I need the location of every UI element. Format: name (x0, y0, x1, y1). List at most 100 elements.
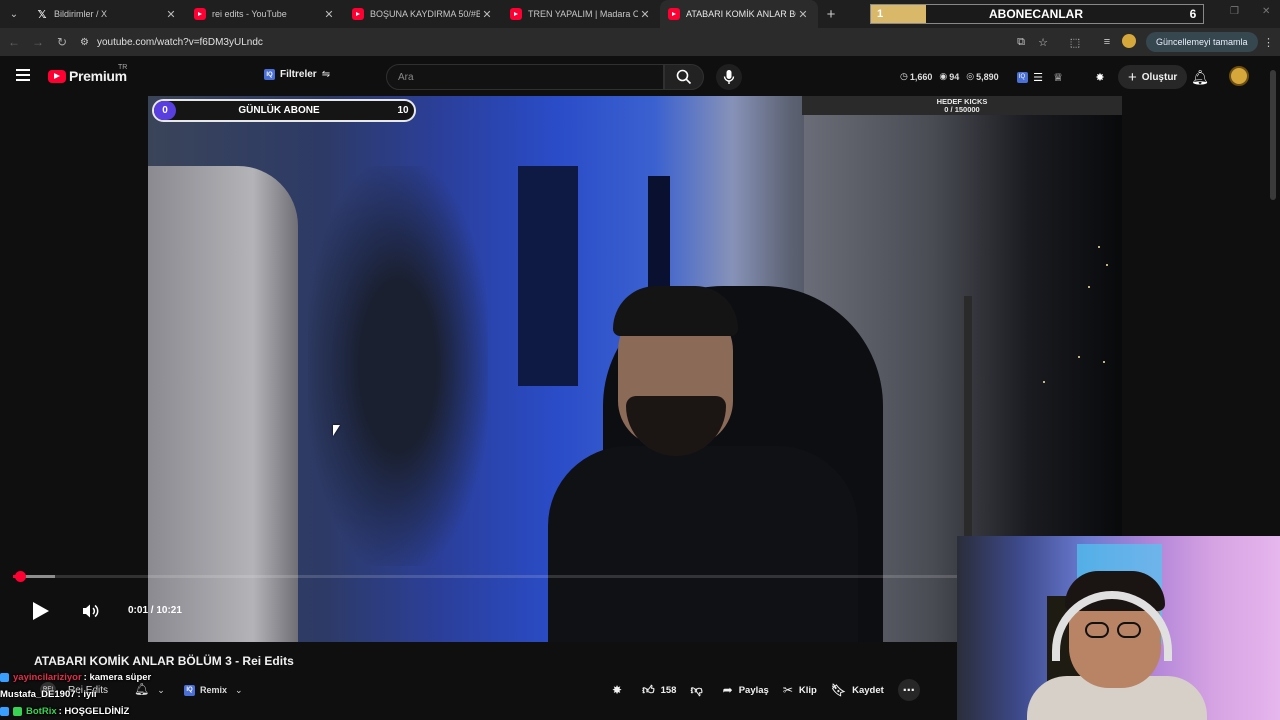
video-actions: ✸ 👍︎ 158 👎︎ ➦ Paylaş ✂ Klip 🔖︎ Kaydet ⋯ (612, 679, 920, 701)
chat-message: BotRix : HOŞGELDİNİZ (0, 703, 260, 720)
youtube-logo-icon (48, 69, 66, 83)
install-icon[interactable]: ⧉ (1010, 36, 1032, 49)
video-title: ATABARI KOMİK ANLAR BÖLÜM 3 - Rei Edits (34, 654, 294, 668)
new-tab-button[interactable]: + (818, 6, 844, 23)
update-browser-button[interactable]: Güncellemeyi tamamla (1146, 32, 1258, 52)
tab-title: BOŞUNA KAYDIRMA 50/#BK50 (370, 9, 480, 19)
chat-text: : HOŞGELDİNİZ (58, 706, 130, 717)
create-label: Oluştur (1141, 71, 1178, 83)
tab-notifications-x[interactable]: 𝕏 Bildirimler / X ✕ (28, 0, 186, 28)
stream-chat-overlay: yayincilariziyor : kamera süper Mustafa_… (0, 669, 260, 720)
search-input[interactable]: Ara (386, 64, 664, 90)
youtube-premium-logo[interactable]: Premium TR (48, 64, 127, 84)
back-icon[interactable]: ← (2, 35, 26, 49)
browser-menu-icon[interactable]: ⋮ (1258, 36, 1280, 49)
like-button[interactable]: 👍︎ 158 (642, 683, 676, 698)
tab-search-icon[interactable]: ⌄ (0, 0, 28, 28)
reload-icon[interactable]: ↻ (50, 35, 74, 49)
tab-close-icon[interactable]: ✕ (638, 8, 652, 21)
hamburger-menu-icon[interactable] (16, 69, 30, 81)
extension-gear-icon[interactable]: ✸ (1092, 69, 1108, 85)
tab-close-icon[interactable]: ✕ (322, 8, 336, 21)
extension-stats: ◷ 1,660 ◉ 94 ◎ 5,890 (900, 71, 1006, 82)
tab-title: TREN YAPALIM | Madara Olduk (528, 9, 638, 19)
tab-close-icon[interactable]: ✕ (480, 8, 494, 21)
tab-atabari-komik[interactable]: ATABARI KOMİK ANLAR BÖLÜM ✕ (660, 0, 818, 28)
x-icon: 𝕏 (37, 8, 47, 21)
scrubber-handle[interactable] (14, 571, 26, 582)
chat-user: BotRix (26, 706, 57, 717)
tab-bosuna-kaydirma[interactable]: BOŞUNA KAYDIRMA 50/#BK50 ✕ (344, 0, 502, 28)
voice-search-button[interactable] (716, 64, 742, 90)
time-display: 0:01 / 10:21 (128, 605, 182, 616)
account-avatar[interactable] (1229, 66, 1249, 86)
forward-icon[interactable]: → (26, 35, 50, 49)
youtube-header: Premium TR IQ Filtreler ⇋ Ara ◷ 1,660 ◉ … (0, 56, 1280, 96)
tab-close-icon[interactable]: ✕ (796, 8, 810, 21)
dislike-button[interactable]: 👎︎ (690, 683, 708, 698)
create-button[interactable]: + Oluştur (1118, 65, 1188, 89)
volume-icon (83, 604, 99, 618)
stat-viewers: 94 (949, 71, 960, 82)
scissors-icon: ✂ (782, 683, 793, 697)
clip-button[interactable]: ✂ Klip (783, 683, 817, 697)
filter-extension-icon: IQ (264, 69, 275, 80)
tab-rei-edits[interactable]: rei edits - YouTube ✕ (186, 0, 344, 28)
bookmark-star-icon[interactable]: ☆ (1032, 36, 1054, 49)
goal-target: 6 (1189, 7, 1197, 21)
extension-action-icon[interactable]: ✸ (612, 683, 628, 697)
volume-button[interactable] (82, 603, 100, 619)
reading-list-icon[interactable]: ≡ (1096, 36, 1118, 48)
tab-close-icon[interactable]: ✕ (164, 8, 178, 21)
award-icon[interactable]: ♕ (1050, 69, 1066, 85)
extension-badge-icon[interactable]: IQ (1014, 69, 1030, 85)
daily-goal: 10 (397, 105, 409, 116)
more-actions-icon[interactable]: ⋯ (897, 679, 920, 701)
share-label: Paylaş (738, 684, 769, 696)
video-scene-plant (308, 166, 488, 566)
close-window-icon[interactable]: ✕ (1262, 6, 1270, 17)
chat-badge-icon (0, 707, 9, 716)
tab-title: rei edits - YouTube (212, 9, 287, 19)
chat-text: : iyii (77, 689, 97, 700)
progress-bar[interactable] (13, 571, 957, 582)
update-label: Güncellemeyi tamamla (1156, 37, 1248, 47)
plus-icon: + (1128, 68, 1137, 86)
chat-text: : kamera süper (83, 672, 152, 683)
address-bar-row: ← → ↻ ⚙ youtube.com/watch?v=f6DM3yULndc … (0, 28, 1280, 56)
play-button[interactable] (31, 601, 51, 621)
bookmark-icon: 🔖︎ (830, 683, 847, 697)
page-scrollbar[interactable] (1270, 70, 1276, 200)
video-scene-person (148, 166, 298, 642)
webcam-overlay (957, 536, 1280, 720)
tab-tren-yapalim[interactable]: TREN YAPALIM | Madara Olduk ✕ (502, 0, 660, 28)
webcam-scene-glasses (1085, 622, 1109, 638)
video-scene-streamer-body (548, 446, 858, 642)
eye-outline-icon: ◎ (966, 71, 975, 81)
goal-label: ABONECANLAR (989, 7, 1083, 21)
share-button[interactable]: ➦ Paylaş (723, 683, 769, 697)
search-button[interactable] (664, 64, 704, 90)
like-count: 158 (660, 684, 677, 696)
restore-window-icon[interactable]: ❐ (1230, 6, 1239, 17)
chat-badge-icon (0, 673, 9, 682)
filters-button[interactable]: IQ Filtreler ⇋ (264, 69, 330, 80)
notifications-bell-icon[interactable]: 🔔︎ (1191, 69, 1209, 85)
clock-icon: ◷ (900, 71, 908, 81)
profile-icon[interactable] (1118, 33, 1140, 51)
extensions-icon[interactable]: ⬚ (1064, 36, 1086, 49)
mouse-cursor-icon (333, 425, 340, 436)
eye-icon: ◉ (939, 71, 948, 81)
search-icon (676, 69, 692, 85)
url-text: youtube.com/watch?v=f6DM3yULndc (96, 36, 263, 48)
chat-message: Mustafa_DE1907 : iyii (0, 686, 260, 703)
abonecanlar-goal-bar: 1 ABONECANLAR 6 (870, 4, 1204, 24)
save-button[interactable]: 🔖︎ Kaydet (831, 683, 884, 697)
list-icon[interactable]: ☰ (1030, 69, 1046, 85)
city-light (1078, 356, 1080, 358)
url-field[interactable]: ⚙ youtube.com/watch?v=f6DM3yULndc (80, 37, 1010, 48)
video-scene-door (518, 166, 578, 386)
site-info-icon[interactable]: ⚙ (80, 37, 89, 48)
chat-badge-icon (13, 707, 22, 716)
stat-count: 5,890 (976, 71, 999, 82)
